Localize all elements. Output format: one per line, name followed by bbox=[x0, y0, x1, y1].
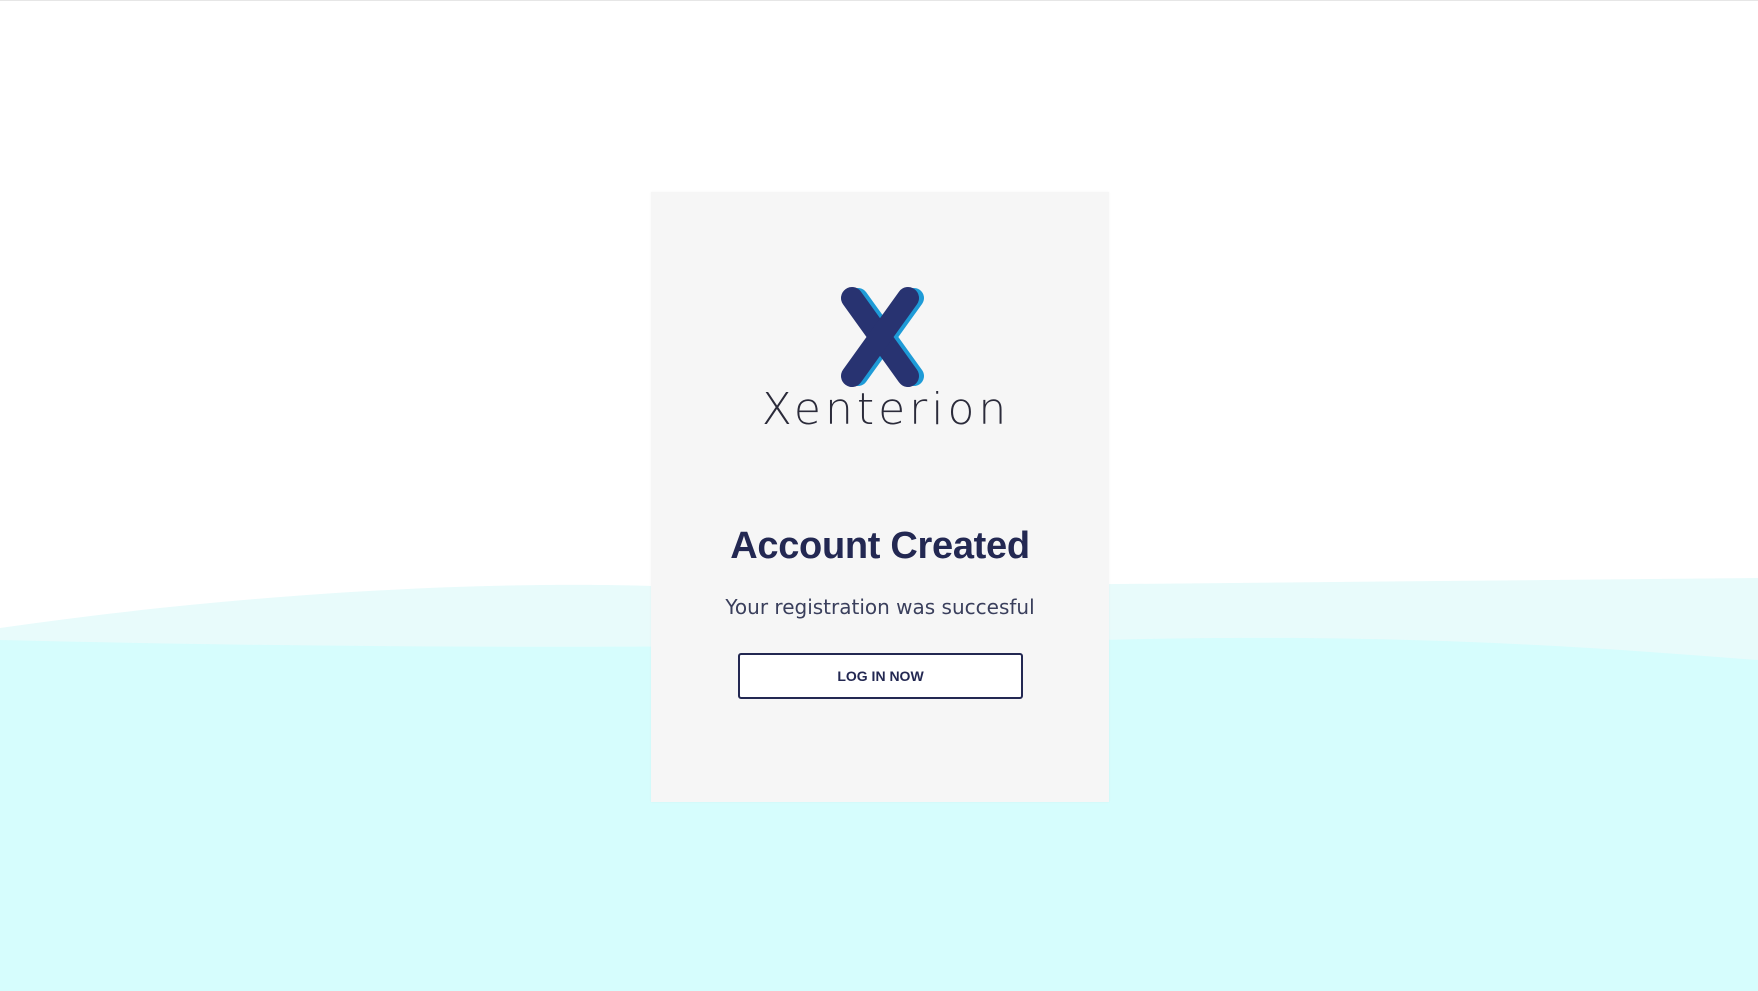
page: Xenterion Account Created Your registrat… bbox=[0, 0, 1758, 991]
xenterion-x-logo-icon bbox=[841, 287, 924, 387]
brand-logo: Xenterion bbox=[651, 284, 1109, 435]
page-title: Account Created bbox=[730, 525, 1030, 567]
brand-wordmark: Xenterion bbox=[761, 384, 1011, 435]
confirmation-card: Xenterion Account Created Your registrat… bbox=[651, 192, 1109, 802]
success-message: Your registration was succesful bbox=[725, 595, 1035, 619]
log-in-now-button[interactable]: LOG IN NOW bbox=[738, 653, 1023, 699]
